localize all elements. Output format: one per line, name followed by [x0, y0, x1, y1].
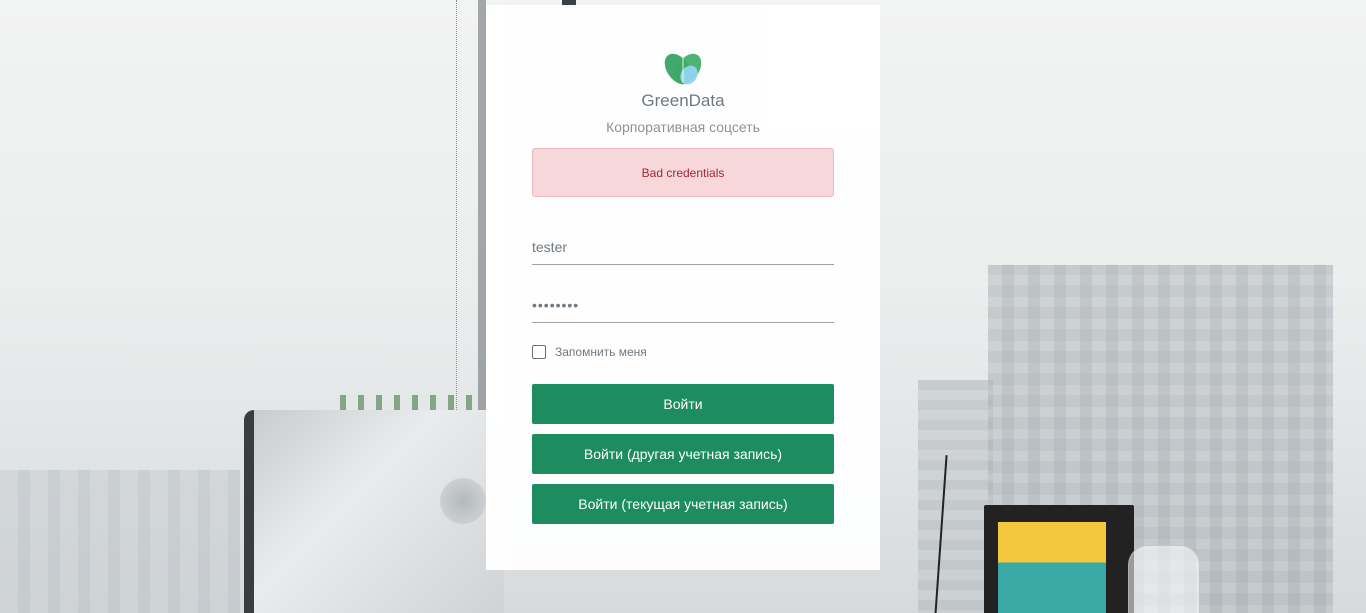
remember-me[interactable]: Запомнить меня [532, 343, 647, 361]
background-monitor-logo [440, 478, 486, 524]
logo: GreenData [634, 51, 732, 111]
brand-name: GreenData [641, 91, 725, 110]
login-current-account-button[interactable]: Войти (текущая учетная запись) [532, 484, 834, 524]
background-bottle [1128, 545, 1200, 613]
background-window-frame [478, 0, 486, 420]
greendata-logo-icon [664, 53, 702, 85]
remember-me-label[interactable]: Запомнить меня [555, 345, 647, 359]
page-subtitle: Корпоративная соцсеть [606, 119, 760, 135]
password-input[interactable] [532, 287, 834, 323]
error-alert-message: Bad credentials [641, 165, 725, 180]
login-panel: GreenData Корпоративная соцсеть Bad cred… [486, 5, 880, 570]
login-button[interactable]: Войти [532, 384, 834, 424]
background-picture [998, 522, 1106, 613]
error-alert: Bad credentials [532, 148, 834, 197]
remember-me-checkbox[interactable] [532, 345, 546, 359]
background-string [456, 0, 458, 410]
background-city-middle [918, 380, 993, 613]
login-other-account-button[interactable]: Войти (другая учетная запись) [532, 434, 834, 474]
background-city-left [0, 470, 240, 613]
username-input[interactable] [532, 229, 834, 265]
